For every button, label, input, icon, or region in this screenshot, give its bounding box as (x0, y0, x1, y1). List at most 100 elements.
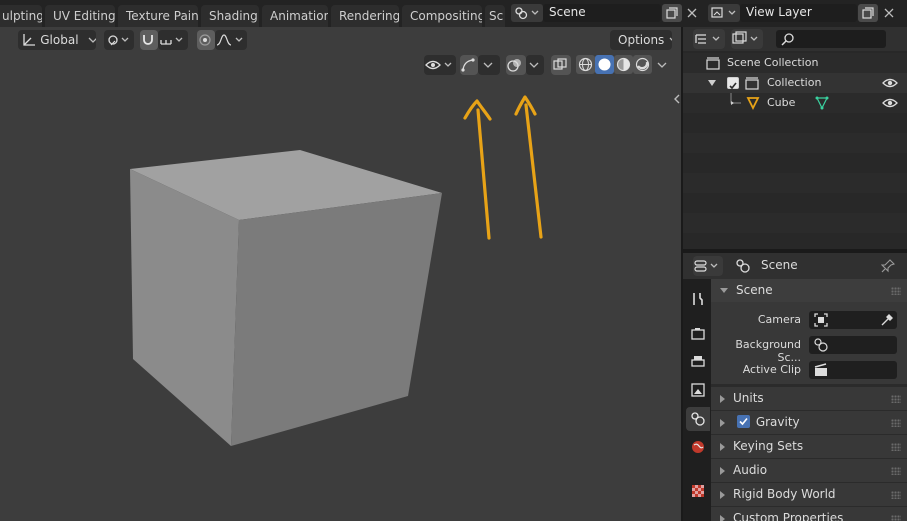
pivot-icon (108, 35, 129, 46)
rendered-shading-button[interactable] (633, 55, 652, 74)
proportional-edit-icon (199, 34, 211, 46)
gravity-checkbox[interactable] (736, 415, 750, 428)
pin-icon[interactable] (881, 259, 895, 273)
drag-handle-icon[interactable] (891, 491, 901, 499)
proportional-falloff-dropdown[interactable] (215, 30, 247, 50)
pivot-point-dropdown[interactable] (104, 30, 134, 50)
rigid-body-world-panel-header[interactable]: Rigid Body World (711, 483, 907, 506)
tab-compositing[interactable]: Compositing (402, 5, 482, 27)
panel-collapse-icon (720, 394, 725, 403)
outliner-row-collection[interactable]: Collection (683, 73, 907, 93)
delete-scene-button[interactable] (682, 4, 702, 22)
drag-handle-icon[interactable] (891, 419, 901, 427)
tab-render[interactable] (686, 322, 710, 346)
exclude-checkbox[interactable] (727, 77, 739, 90)
transform-orientation-dropdown[interactable]: Global (18, 30, 96, 50)
tab-sculpting[interactable]: ulpting (0, 5, 42, 27)
scene-name-field[interactable]: Scene (543, 4, 661, 22)
view-layer-browse-button[interactable] (708, 4, 740, 22)
drag-handle-icon[interactable] (891, 395, 901, 403)
selectability-visibility-dropdown[interactable] (424, 55, 456, 75)
overlays-toggle[interactable] (506, 55, 526, 75)
editor-type-dropdown[interactable] (693, 256, 723, 276)
panel-collapse-icon (720, 490, 725, 499)
scene-browse-button[interactable] (511, 4, 543, 22)
drag-handle-icon[interactable] (891, 515, 901, 521)
tab-rendering[interactable]: Rendering (331, 5, 399, 27)
custom-properties-panel-header[interactable]: Custom Properties (711, 507, 907, 521)
view-layer-name-text: View Layer (746, 5, 812, 19)
xray-toggle[interactable] (551, 55, 571, 75)
shading-options-dropdown[interactable] (654, 55, 672, 75)
active-clip-field[interactable] (809, 361, 897, 379)
scene-panel-body: Camera Background Sc... Active Clip (711, 302, 907, 384)
outliner-row-cube[interactable]: Cube (683, 93, 907, 113)
units-panel-header[interactable]: Units (711, 387, 907, 410)
mesh-data-icon[interactable] (815, 96, 829, 110)
keying-sets-panel-header[interactable]: Keying Sets (711, 435, 907, 458)
chevron-down-icon (88, 37, 96, 43)
scene-panel-title: Scene (736, 283, 773, 297)
panel-collapse-icon (720, 418, 725, 427)
gravity-panel-header[interactable]: Gravity (711, 411, 907, 434)
proportional-edit-toggle[interactable] (197, 30, 215, 50)
solid-shading-button[interactable] (595, 55, 614, 74)
display-mode-dropdown[interactable] (693, 29, 725, 49)
expand-down-icon[interactable] (708, 79, 716, 87)
tab-tool[interactable] (686, 287, 710, 311)
scene-icon (736, 259, 750, 273)
collection-icon (745, 77, 759, 90)
tab-world[interactable] (686, 435, 710, 459)
scene-icon (515, 7, 539, 20)
camera-field[interactable] (809, 311, 897, 329)
panel-expand-icon (720, 288, 728, 293)
audio-panel-header[interactable]: Audio (711, 459, 907, 482)
tab-animation[interactable]: Animation (262, 5, 328, 27)
tab-output[interactable] (686, 350, 710, 374)
scene-panel-header[interactable]: Scene (711, 279, 907, 302)
new-scene-button[interactable] (662, 4, 682, 22)
scene-icon (814, 338, 828, 352)
tab-view-layer[interactable] (686, 378, 710, 402)
new-view-layer-button[interactable] (858, 4, 878, 22)
drag-handle-icon[interactable] (891, 287, 901, 295)
search-icon (781, 33, 794, 46)
tab-uv-editing[interactable]: UV Editing (45, 5, 115, 27)
properties-header: Scene (683, 253, 907, 279)
object-icon (746, 97, 760, 110)
audio-label: Audio (733, 463, 768, 477)
eyedropper-icon[interactable] (880, 313, 894, 327)
properties-tabs (683, 279, 711, 521)
wireframe-shading-button[interactable] (576, 55, 595, 74)
solid-sphere-icon (598, 58, 611, 71)
eye-icon[interactable] (882, 77, 898, 89)
snap-toggle[interactable] (140, 30, 158, 50)
outliner-list-icon (695, 34, 720, 44)
options-dropdown[interactable]: Options (610, 30, 672, 50)
background-scene-field[interactable] (809, 336, 897, 354)
outliner-search-input[interactable] (776, 30, 886, 48)
chevron-down-icon (657, 62, 667, 68)
view-layer-name-field[interactable]: View Layer (740, 4, 857, 22)
drag-handle-icon[interactable] (891, 443, 901, 451)
snap-target-dropdown[interactable] (158, 30, 188, 50)
delete-view-layer-button[interactable] (879, 4, 899, 22)
tab-shading[interactable]: Shading (201, 5, 259, 27)
gravity-label: Gravity (755, 415, 800, 429)
keying-sets-label: Keying Sets (733, 439, 804, 453)
3d-viewport[interactable]: Global Options (0, 27, 681, 521)
tab-scene[interactable] (686, 407, 710, 431)
tab-scripting[interactable]: Sc (485, 5, 505, 27)
overlays-dropdown[interactable] (526, 55, 544, 75)
eye-icon[interactable] (882, 97, 898, 109)
gizmo-dropdown[interactable] (478, 55, 500, 75)
drag-handle-icon[interactable] (891, 467, 901, 475)
camera-label: Camera (757, 313, 801, 326)
outliner-row-scene-collection[interactable]: Scene Collection (683, 53, 907, 73)
tab-texture-paint[interactable]: Texture Paint (118, 5, 198, 27)
gizmo-toggle[interactable] (460, 55, 478, 75)
material-preview-button[interactable] (614, 55, 633, 74)
tab-texture[interactable] (686, 479, 710, 503)
filter-dropdown[interactable] (731, 29, 763, 49)
outliner-search-text[interactable] (798, 31, 880, 47)
